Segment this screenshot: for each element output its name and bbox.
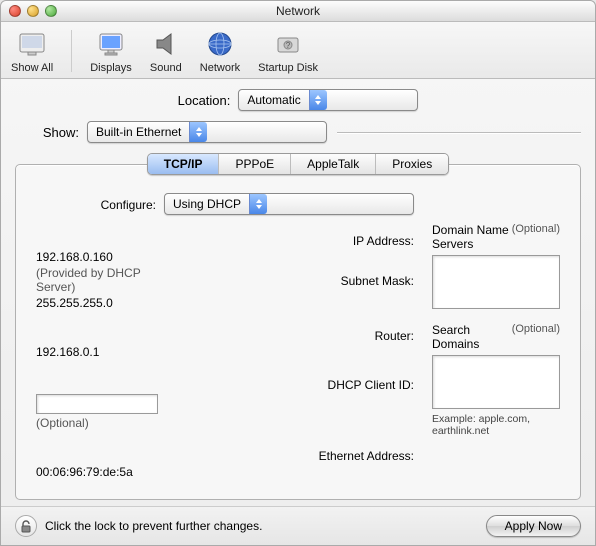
location-label: Location:	[178, 93, 231, 108]
toolbar-sound[interactable]: Sound	[150, 28, 182, 74]
window-title: Network	[1, 4, 595, 18]
tcpip-right-column: Domain Name Servers (Optional) Search Do…	[432, 193, 560, 479]
show-label: Show:	[15, 125, 79, 140]
dhcp-client-id-note: (Optional)	[36, 416, 156, 430]
row-divider	[337, 132, 581, 133]
ip-address-label: IP Address:	[164, 233, 414, 248]
updown-arrows-icon	[189, 122, 207, 142]
tab-appletalk[interactable]: AppleTalk	[291, 154, 376, 174]
toolbar-show-all[interactable]: Show All	[11, 28, 53, 74]
toolbar-label: Startup Disk	[258, 62, 318, 74]
show-all-icon	[16, 28, 48, 60]
updown-arrows-icon	[309, 90, 327, 110]
subnet-mask-value: 255.255.255.0	[36, 296, 156, 310]
subnet-mask-label: Subnet Mask:	[164, 273, 414, 288]
search-domains-textarea[interactable]	[432, 355, 560, 409]
dhcp-client-id-label: DHCP Client ID:	[164, 377, 414, 392]
configure-value: Using DHCP	[173, 197, 249, 211]
toolbar-label: Show All	[11, 62, 53, 74]
tab-proxies[interactable]: Proxies	[376, 154, 448, 174]
network-prefpane-window: Network Show All Displays Sound Netwo	[0, 0, 596, 546]
minimize-window-button[interactable]	[27, 5, 39, 17]
dns-label: Domain Name Servers	[432, 223, 512, 251]
configure-select[interactable]: Using DHCP	[164, 193, 414, 215]
toolbar-startup-disk[interactable]: ? Startup Disk	[258, 28, 318, 74]
toolbar-label: Sound	[150, 62, 182, 74]
dns-header: Domain Name Servers (Optional)	[432, 223, 560, 251]
show-select[interactable]: Built-in Ethernet	[87, 121, 327, 143]
apply-now-button[interactable]: Apply Now	[486, 515, 581, 537]
tcpip-panel: Configure: Using DHCP IP Address: 192.16…	[15, 164, 581, 500]
tcpip-left-column: Configure: Using DHCP IP Address: 192.16…	[36, 193, 414, 479]
search-domains-header: Search Domains (Optional)	[432, 323, 560, 351]
configure-label: Configure:	[36, 197, 156, 212]
location-value: Automatic	[247, 93, 308, 107]
zoom-window-button[interactable]	[45, 5, 57, 17]
sound-icon	[150, 28, 182, 60]
unlocked-lock-icon	[20, 520, 32, 533]
toolbar-label: Network	[200, 62, 240, 74]
search-domains-optional: (Optional)	[512, 323, 560, 351]
toolbar-divider	[71, 30, 72, 72]
ethernet-address-value: 00:06:96:79:de:5a	[36, 465, 156, 479]
router-label: Router:	[164, 328, 414, 343]
search-domains-example: Example: apple.com, earthlink.net	[432, 413, 560, 437]
svg-text:?: ?	[286, 41, 291, 50]
network-icon	[204, 28, 236, 60]
toolbar-network[interactable]: Network	[200, 28, 240, 74]
show-value: Built-in Ethernet	[96, 125, 189, 139]
ethernet-address-label: Ethernet Address:	[164, 448, 414, 463]
close-window-button[interactable]	[9, 5, 21, 17]
lock-button[interactable]	[15, 515, 37, 537]
lock-text: Click the lock to prevent further change…	[45, 519, 262, 533]
dns-optional: (Optional)	[512, 223, 560, 251]
toolbar-displays[interactable]: Displays	[90, 28, 132, 74]
network-tabs: TCP/IP PPPoE AppleTalk Proxies	[147, 153, 449, 175]
tab-tcpip[interactable]: TCP/IP	[148, 154, 220, 174]
tab-pppoe[interactable]: PPPoE	[219, 154, 291, 174]
dhcp-client-id-input[interactable]	[36, 394, 158, 414]
window-controls	[9, 5, 57, 17]
startup-disk-icon: ?	[272, 28, 304, 60]
location-select[interactable]: Automatic	[238, 89, 418, 111]
toolbar-label: Displays	[90, 62, 132, 74]
router-value: 192.168.0.1	[36, 345, 156, 359]
displays-icon	[95, 28, 127, 60]
window-titlebar: Network	[1, 1, 595, 22]
updown-arrows-icon	[249, 194, 267, 214]
show-row: Show: Built-in Ethernet	[15, 121, 581, 143]
content-area: Location: Automatic Show: Built-in Ether…	[1, 79, 595, 506]
footer: Click the lock to prevent further change…	[1, 506, 595, 545]
ip-address-note: (Provided by DHCP Server)	[36, 266, 156, 294]
ip-address-value: 192.168.0.160	[36, 250, 156, 264]
location-row: Location: Automatic	[15, 89, 581, 111]
dns-textarea[interactable]	[432, 255, 560, 309]
prefpane-toolbar: Show All Displays Sound Network ? Startu	[1, 22, 595, 79]
search-domains-label: Search Domains	[432, 323, 512, 351]
